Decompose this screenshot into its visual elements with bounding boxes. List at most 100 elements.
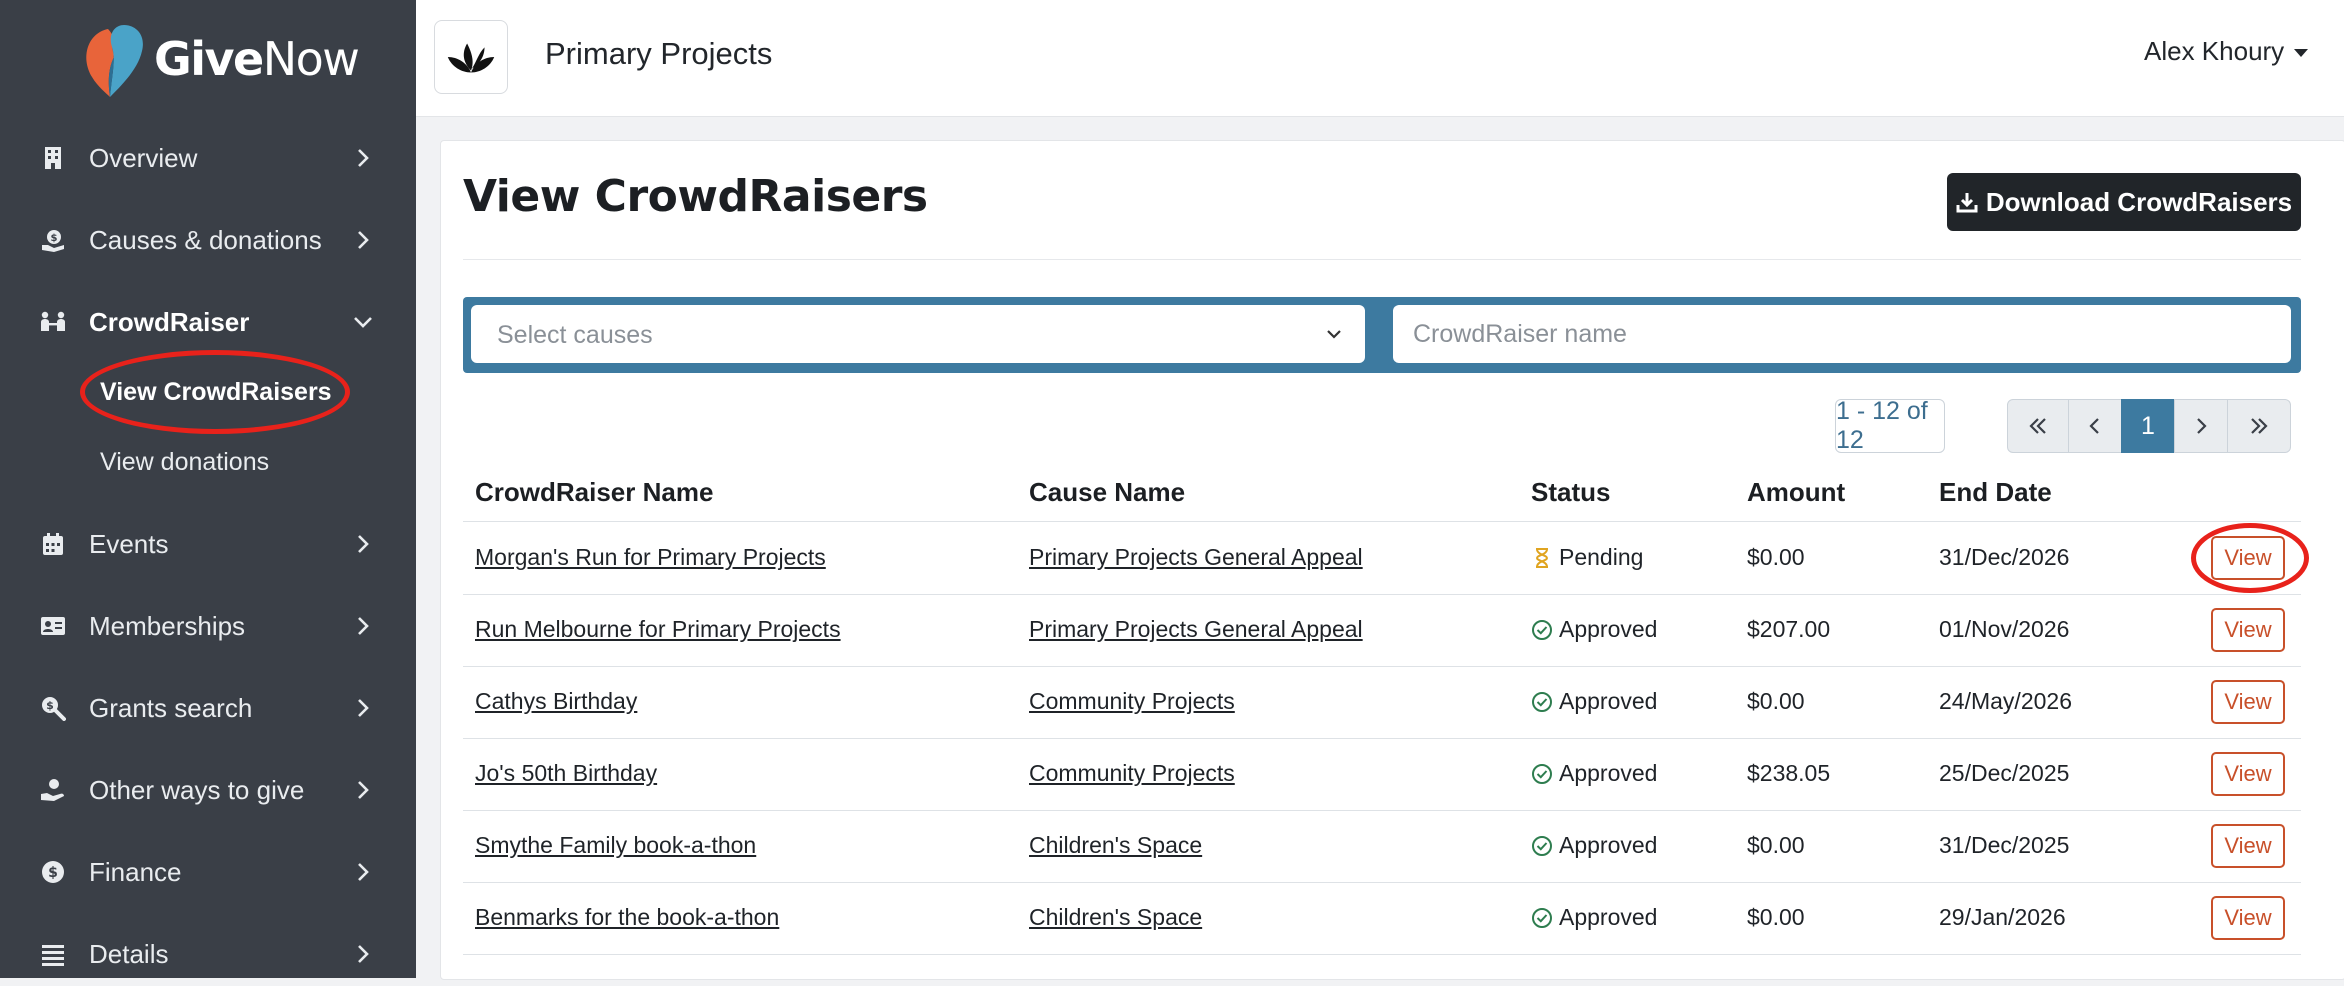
sidebar-item-label: Memberships xyxy=(89,610,246,641)
sidebar-item-events[interactable]: Events xyxy=(0,512,416,576)
list-icon xyxy=(40,941,66,967)
cause-name-link[interactable]: Children's Space xyxy=(1029,904,1202,930)
status-text: Pending xyxy=(1559,544,1644,570)
amount-cell: $0.00 xyxy=(1747,544,1805,570)
table-row: Jo's 50th Birthday Community Projects Ap… xyxy=(463,738,2301,811)
cause-name-link[interactable]: Children's Space xyxy=(1029,832,1202,858)
chevron-right-icon xyxy=(352,229,374,251)
header-cause-name: Cause Name xyxy=(1029,477,1186,507)
sidebar-item-label: Finance xyxy=(89,856,182,887)
view-button[interactable]: View xyxy=(2211,896,2285,940)
view-button[interactable]: View xyxy=(2211,680,2285,724)
top-bar: Primary Projects Alex Khoury xyxy=(416,0,2344,117)
header-end-date: End Date xyxy=(1939,477,2052,507)
view-button[interactable]: View xyxy=(2211,752,2285,796)
status-text: Approved xyxy=(1559,688,1658,714)
sidebar: GiveNow Overview $ Causes & donations Cr… xyxy=(0,0,416,978)
select-causes-dropdown[interactable]: Select causes xyxy=(471,305,1365,363)
view-button[interactable]: View xyxy=(2211,608,2285,652)
check-circle-icon xyxy=(1532,619,1552,640)
crowdraiser-name-link[interactable]: Jo's 50th Birthday xyxy=(475,760,657,786)
svg-text:$: $ xyxy=(51,233,58,244)
view-button[interactable]: View xyxy=(2211,824,2285,868)
sidebar-subitem-view-donations[interactable]: View donations xyxy=(100,448,269,477)
user-name: Alex Khoury xyxy=(2144,36,2285,66)
chevron-right-icon xyxy=(352,861,374,883)
crowdraiser-name-link[interactable]: Morgan's Run for Primary Projects xyxy=(475,544,826,570)
sidebar-subitem-view-crowdraisers[interactable]: View CrowdRaisers xyxy=(100,378,332,407)
sidebar-item-grants-search[interactable]: $ Grants search xyxy=(0,676,416,740)
amount-cell: $0.00 xyxy=(1747,832,1805,858)
cause-name-link[interactable]: Primary Projects General Appeal xyxy=(1029,616,1363,642)
calendar-icon xyxy=(40,531,66,557)
sidebar-item-label: CrowdRaiser xyxy=(89,306,250,337)
filter-bar: Select causes xyxy=(463,297,2301,373)
page-1-button[interactable]: 1 xyxy=(2121,399,2175,453)
givenow-logo[interactable]: GiveNow xyxy=(78,18,360,100)
crowdraiser-name-link[interactable]: Smythe Family book-a-thon xyxy=(475,832,756,858)
sidebar-item-crowdraiser[interactable]: CrowdRaiser xyxy=(0,290,416,354)
crowdraiser-name-input[interactable] xyxy=(1393,305,2291,363)
status-cell: Approved xyxy=(1531,616,1657,643)
end-date-cell: 25/Dec/2025 xyxy=(1939,760,2070,786)
status-cell: Approved xyxy=(1531,688,1657,715)
crowdraiser-name-link[interactable]: Cathys Birthday xyxy=(475,688,637,714)
org-logo[interactable] xyxy=(434,20,508,94)
svg-text:$: $ xyxy=(48,865,58,881)
sidebar-item-label: Grants search xyxy=(89,692,253,723)
table-row: Smythe Family book-a-thon Children's Spa… xyxy=(463,810,2301,883)
header-amount: Amount xyxy=(1747,477,1846,507)
check-circle-icon xyxy=(1532,835,1552,856)
sidebar-item-overview[interactable]: Overview xyxy=(0,126,416,190)
status-cell: Approved xyxy=(1531,904,1657,931)
table-header: CrowdRaiser Name Cause Name Status Amoun… xyxy=(463,471,2301,522)
sidebar-item-label: Events xyxy=(89,528,169,559)
end-date-cell: 31/Dec/2026 xyxy=(1939,544,2070,570)
status-cell: Approved xyxy=(1531,760,1657,787)
status-cell: Pending xyxy=(1531,544,1643,571)
download-label: Download CrowdRaisers xyxy=(1985,186,2293,217)
sidebar-item-label: Overview xyxy=(89,142,198,173)
crowdraiser-name-link[interactable]: Benmarks for the book-a-thon xyxy=(475,904,779,930)
last-page-button[interactable] xyxy=(2227,399,2291,453)
amount-cell: $0.00 xyxy=(1747,904,1805,930)
status-cell: Approved xyxy=(1531,832,1657,859)
chevron-right-icon xyxy=(352,147,374,169)
double-chevron-right-icon xyxy=(2251,418,2268,434)
hourglass-icon xyxy=(1535,547,1549,568)
page-title: View CrowdRaisers xyxy=(463,171,928,222)
sidebar-item-other-ways-to-give[interactable]: Other ways to give xyxy=(0,758,416,822)
chevron-right-icon xyxy=(352,615,374,637)
cause-name-link[interactable]: Primary Projects General Appeal xyxy=(1029,544,1363,570)
download-crowdraisers-button[interactable]: Download CrowdRaisers xyxy=(1947,173,2301,231)
sidebar-item-details[interactable]: Details xyxy=(0,922,416,986)
prev-page-button[interactable] xyxy=(2068,399,2122,453)
table-row: Morgan's Run for Primary Projects Primar… xyxy=(463,522,2301,595)
sidebar-item-label: Causes & donations xyxy=(89,224,322,255)
search-dollar-icon: $ xyxy=(40,695,66,721)
table-row: Run Melbourne for Primary Projects Prima… xyxy=(463,594,2301,667)
chevron-left-icon xyxy=(2089,418,2099,434)
leaf-logo-icon xyxy=(447,43,495,73)
user-menu[interactable]: Alex Khoury xyxy=(2144,36,2344,67)
hand-giving-icon xyxy=(40,777,66,803)
status-text: Approved xyxy=(1559,904,1658,930)
sidebar-item-memberships[interactable]: Memberships xyxy=(0,594,416,658)
first-page-button[interactable] xyxy=(2007,399,2069,453)
amount-cell: $238.05 xyxy=(1747,760,1831,786)
sidebar-item-finance[interactable]: $ Finance xyxy=(0,840,416,904)
dollar-coin-icon: $ xyxy=(40,859,66,885)
check-circle-icon xyxy=(1532,691,1552,712)
end-date-cell: 01/Nov/2026 xyxy=(1939,616,2070,642)
cause-name-link[interactable]: Community Projects xyxy=(1029,760,1235,786)
header-crowdraiser-name: CrowdRaiser Name xyxy=(475,477,714,507)
cause-name-link[interactable]: Community Projects xyxy=(1029,688,1235,714)
sidebar-item-causes-donations[interactable]: $ Causes & donations xyxy=(0,208,416,272)
end-date-cell: 31/Dec/2025 xyxy=(1939,832,2070,858)
next-page-button[interactable] xyxy=(2174,399,2228,453)
view-button[interactable]: View xyxy=(2211,536,2285,580)
status-text: Approved xyxy=(1559,760,1658,786)
org-name: Primary Projects xyxy=(545,36,773,71)
crowdraiser-name-link[interactable]: Run Melbourne for Primary Projects xyxy=(475,616,841,642)
divider xyxy=(463,259,2301,260)
